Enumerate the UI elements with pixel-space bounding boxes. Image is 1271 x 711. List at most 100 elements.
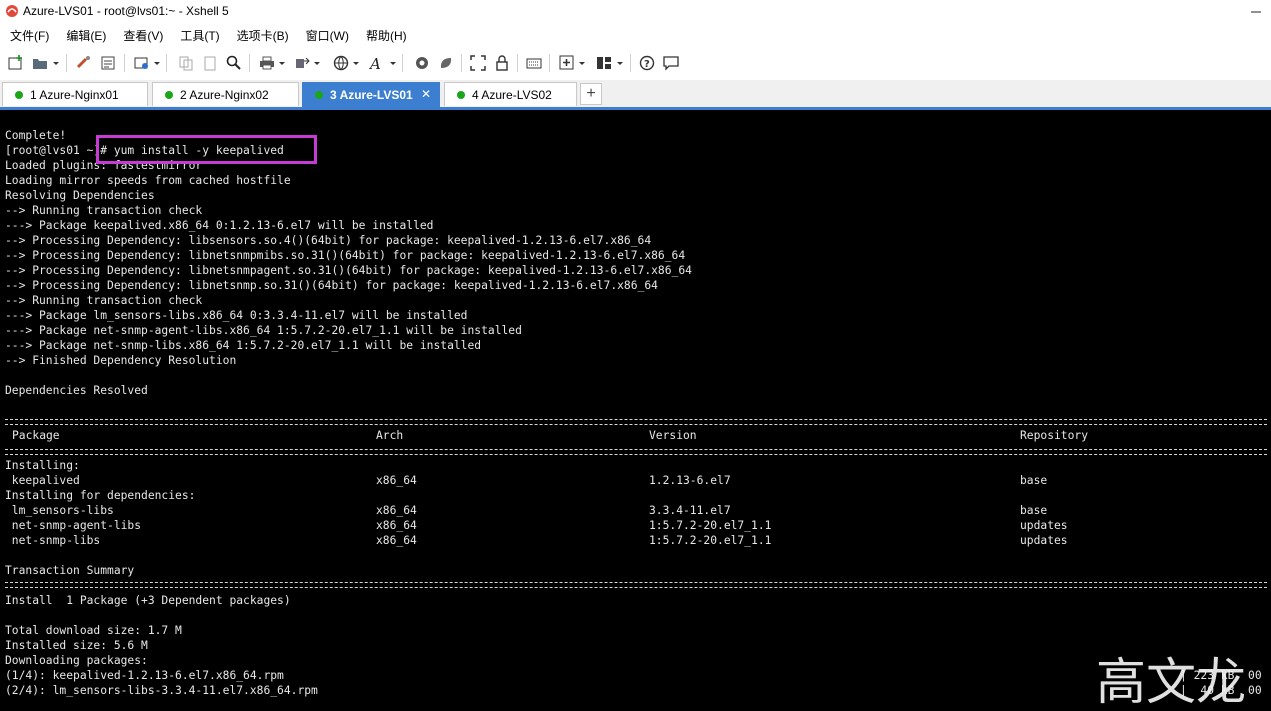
terminal-line: ---> Package net-snmp-agent-libs.x86_64 … [5,324,522,337]
table-cell-arch: x86_64 [376,474,417,487]
connected-status-icon [165,90,173,99]
terminal-line: --> Finished Dependency Resolution [5,354,237,367]
table-separator [5,419,1267,425]
table-separator [5,449,1267,455]
dropdown-arrow-icon[interactable] [353,62,359,65]
terminal-line: --> Processing Dependency: libnetsnmpage… [5,264,692,277]
connected-status-icon [315,91,323,99]
globe-icon[interactable] [331,53,351,73]
terminal-line: Total download size: 1.7 M [5,624,182,637]
toolbar-divider [549,54,550,72]
tab-label: 3 Azure-LVS01 [330,88,413,102]
terminal-line: (1/4): keepalived-1.2.13-6.el7.x86_64.rp… [5,669,284,682]
new-window-icon[interactable] [132,53,152,73]
toolbar-divider [249,54,250,72]
terminal-line: --> Running transaction check [5,294,203,307]
compose-icon[interactable] [557,53,577,73]
install-summary-line: Install 1 Package (+3 Dependent packages… [5,594,291,607]
menu-edit[interactable]: 编辑(E) [56,27,113,44]
table-cell-package: lm_sensors-libs [5,504,114,517]
terminal-pane[interactable]: Complete! [root@lvs01 ~]# yum install -y… [0,110,1271,711]
close-tab-icon[interactable]: ✕ [421,87,431,101]
svg-text:?: ? [644,59,650,70]
terminal-line: Installed size: 5.6 M [5,639,148,652]
dropdown-arrow-icon[interactable] [154,62,160,65]
minimize-icon [1251,11,1261,13]
dropdown-arrow-icon[interactable] [390,62,396,65]
paste-icon[interactable] [200,53,220,73]
menu-tabs[interactable]: 选项卡(B) [227,27,296,44]
tab-azure-lvs02[interactable]: 4 Azure-LVS02 [444,82,577,106]
table-cell-repository: updates [1020,519,1068,532]
minimize-button[interactable] [1241,0,1271,24]
table-cell-repository: updates [1020,534,1068,547]
menu-help[interactable]: 帮助(H) [356,27,414,44]
tab-label: 1 Azure-Nginx01 [30,87,119,102]
xshell-app-icon [6,5,18,17]
toolbar-divider [461,54,462,72]
table-cell-version: 1:5.7.2-20.el7_1.1 [649,519,772,532]
svg-text:A: A [369,55,381,71]
table-cell-package: net-snmp-agent-libs [5,519,142,532]
chat-icon[interactable] [661,53,681,73]
menu-view[interactable]: 查看(V) [113,27,170,44]
tab-azure-nginx02[interactable]: 2 Azure-Nginx02 [152,82,299,106]
terminal-line: Loading mirror speeds from cached hostfi… [5,174,291,187]
tab-azure-nginx01[interactable]: 1 Azure-Nginx01 [2,82,148,106]
xftp-icon[interactable] [412,53,432,73]
fullscreen-icon[interactable] [468,53,488,73]
table-section-label: Installing: [5,459,80,472]
menu-tools[interactable]: 工具(T) [170,27,226,44]
tab-azure-lvs01[interactable]: 3 Azure-LVS01 ✕ [302,82,440,107]
toolbar-divider [517,54,518,72]
toolbar: A ? [0,47,1271,79]
find-icon[interactable] [224,53,244,73]
properties-icon[interactable] [98,53,118,73]
table-cell-arch: x86_64 [376,519,417,532]
add-tab-button[interactable]: + [580,83,602,105]
watermark-text: 高文龙 [1096,653,1246,711]
table-cell-arch: x86_64 [376,504,417,517]
terminal-line: (2/4): lm_sensors-libs-3.3.4-11.el7.x86_… [5,684,318,697]
dropdown-arrow-icon[interactable] [314,62,320,65]
dropdown-arrow-icon[interactable] [53,62,59,65]
table-header-version: Version [649,429,697,442]
print-icon[interactable] [257,53,277,73]
new-session-icon[interactable] [6,53,26,73]
terminal-line: --> Processing Dependency: libnetsnmp.so… [5,279,658,292]
table-cell-repository: base [1020,504,1048,517]
layout-icon[interactable] [594,53,614,73]
window-title: Azure-LVS01 - root@lvs01:~ - Xshell 5 [23,4,229,18]
dropdown-arrow-icon[interactable] [617,62,623,65]
menu-file[interactable]: 文件(F) [0,27,56,44]
keyboard-icon[interactable] [524,53,544,73]
terminal-line: Resolving Dependencies [5,189,155,202]
copy-icon[interactable] [176,53,196,73]
toolbar-divider [402,54,403,72]
help-icon[interactable]: ? [637,53,657,73]
terminal-line: ---> Package lm_sensors-libs.x86_64 0:3.… [5,309,468,322]
terminal-line: --> Processing Dependency: libsensors.so… [5,234,652,247]
tab-label: 2 Azure-Nginx02 [180,87,269,102]
menu-bar: 文件(F) 编辑(E) 查看(V) 工具(T) 选项卡(B) 窗口(W) 帮助(… [0,24,1271,46]
transaction-summary-title: Transaction Summary [5,564,135,577]
dropdown-arrow-icon[interactable] [279,62,285,65]
open-folder-icon[interactable] [30,53,50,73]
tab-label: 4 Azure-LVS02 [472,87,552,102]
lock-icon[interactable] [492,53,512,73]
toolbar-divider [124,54,125,72]
terminal-line: --> Running transaction check [5,204,203,217]
table-cell-arch: x86_64 [376,534,417,547]
dropdown-arrow-icon[interactable] [579,62,585,65]
terminal-line: Downloading packages: [5,654,148,667]
toolbar-divider [630,54,631,72]
table-cell-repository: base [1020,474,1048,487]
menu-window[interactable]: 窗口(W) [296,27,356,44]
script-icon[interactable] [436,53,456,73]
transfer-icon[interactable] [292,53,312,73]
reconnect-icon[interactable] [74,53,94,73]
table-header-package: Package [12,429,60,442]
font-icon[interactable]: A [367,53,387,73]
table-cell-version: 3.3.4-11.el7 [649,504,731,517]
table-section-label: Installing for dependencies: [5,489,196,502]
